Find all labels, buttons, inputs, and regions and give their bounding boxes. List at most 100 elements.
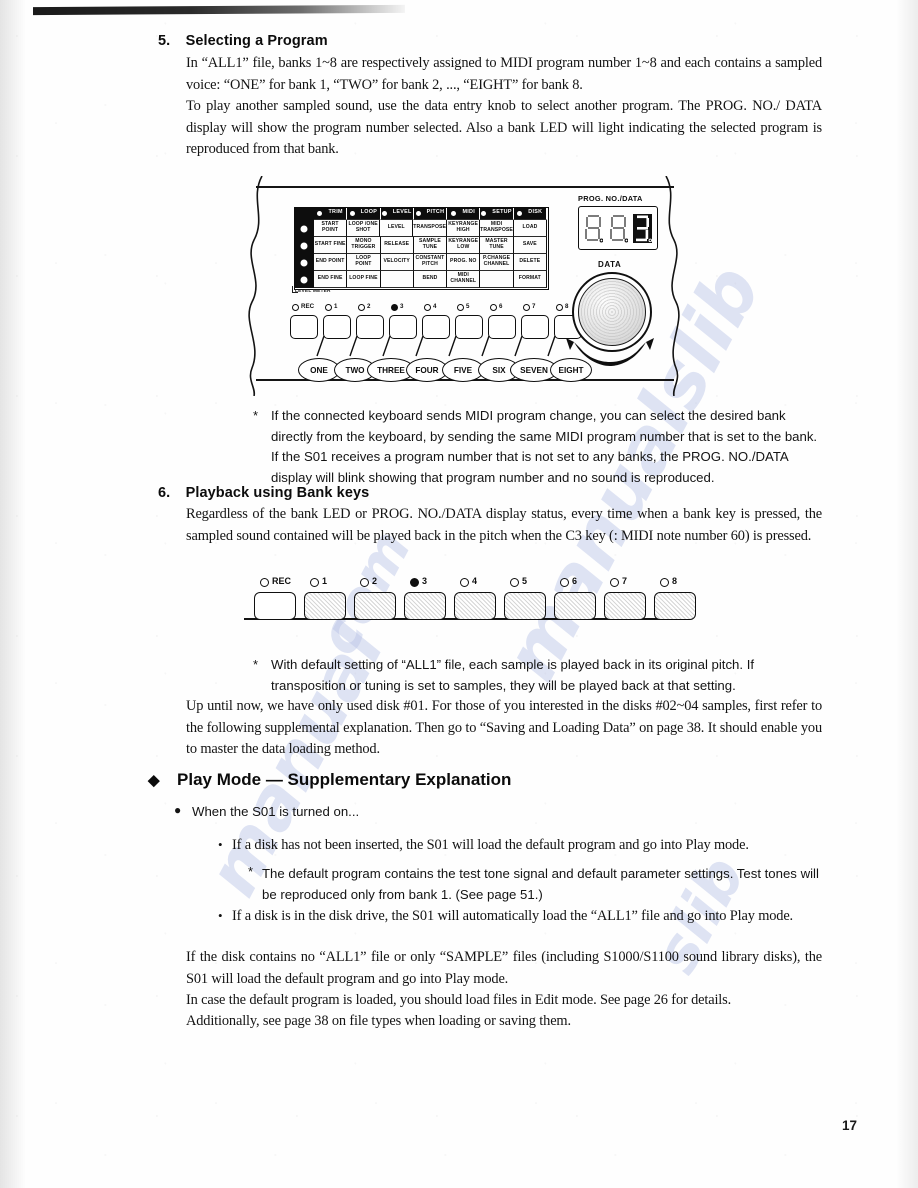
matrix-header-loop[interactable]: LOOP: [347, 207, 381, 220]
matrix-header-trim[interactable]: TRIM: [314, 207, 348, 220]
bank-key-3-button[interactable]: [404, 592, 446, 620]
matrix-cell[interactable]: RELEASE: [380, 237, 414, 254]
section-5-title: Selecting a Program: [185, 33, 328, 49]
matrix-cell[interactable]: DELETE: [513, 254, 547, 271]
play-mode-closing-3: Additionally, see page 38 on file types …: [186, 1013, 571, 1029]
matrix-cell[interactable]: MIDI CHANNEL: [447, 271, 481, 288]
bank-led-8-icon: [556, 304, 564, 312]
matrix-cell[interactable]: LOAD: [513, 220, 548, 237]
level-meter-label: LEVEL METER: [295, 289, 331, 294]
bank-led-8-icon: [660, 578, 669, 587]
play-mode-heading: ◆ Play Mode — Supplementary Explanation: [148, 770, 511, 790]
data-knob-texture: [580, 280, 644, 344]
scan-artifact-bar: [33, 4, 405, 16]
matrix-cell[interactable]: SAVE: [513, 237, 547, 254]
bank-key-4-button[interactable]: [454, 592, 496, 620]
bank-led-5-icon: [510, 578, 519, 587]
bank-led-6-icon: [490, 304, 498, 312]
matrix-cell[interactable]: VELOCITY: [380, 254, 414, 271]
matrix-header-setup-label: SETUP: [492, 209, 512, 216]
prog-no-data-label: PROG. NO./DATA: [578, 194, 643, 203]
matrix-header-pitch[interactable]: PITCH: [413, 207, 448, 220]
matrix-cell[interactable]: LOOP POINT: [347, 254, 381, 271]
bank-key-3-label: 3: [400, 303, 404, 310]
matrix-header-disk[interactable]: DISK: [513, 207, 547, 220]
section-5-note-text: If the connected keyboard sends MIDI pro…: [271, 408, 818, 485]
bank-led-4-icon: [424, 304, 432, 312]
matrix-cell[interactable]: BEND: [413, 271, 448, 288]
section-5-heading: 5. Selecting a Program: [158, 33, 328, 49]
bank-key-7-label: 7: [622, 576, 628, 586]
matrix-cell[interactable]: PROG. NO: [447, 254, 481, 271]
filled-circle-bullet-icon: ●: [174, 803, 182, 817]
matrix-cell[interactable]: END POINT: [314, 254, 348, 271]
matrix-header-setup[interactable]: SETUP: [480, 207, 514, 220]
page-left-shadow: [0, 0, 26, 1188]
bank-key-6-label: 6: [572, 576, 578, 586]
matrix-cell[interactable]: CONSTANT PITCH: [413, 254, 448, 271]
bank-key-7-button[interactable]: [604, 592, 646, 620]
device-front-panel-diagram: TRIM LOOP LEVEL PITCH MIDI SETUP DISK ST…: [238, 176, 690, 396]
bank-key-5-button[interactable]: [504, 592, 546, 620]
matrix-cell[interactable]: MASTER TUNE: [480, 237, 514, 254]
section-6-number: 6.: [158, 485, 171, 501]
bank-led-2-icon: [360, 578, 369, 587]
bank-key-1-label: 1: [322, 576, 328, 586]
rec-key-button[interactable]: [254, 592, 296, 620]
matrix-header-led-cell: [294, 207, 314, 220]
matrix-cell[interactable]: KEYRANGE LOW: [447, 237, 481, 254]
section-5-number: 5.: [158, 33, 171, 49]
page-right-shadow: [896, 0, 918, 1188]
matrix-cell[interactable]: TRANSPOSE: [413, 220, 448, 237]
bank-led-7-icon: [523, 304, 531, 312]
seven-segment-digit-1: [584, 214, 604, 243]
matrix-cell[interactable]: START FINE: [314, 237, 348, 254]
bank-key-8-button[interactable]: [654, 592, 696, 620]
matrix-row: START FINE MONO TRIGGER RELEASE SAMPLE T…: [294, 237, 547, 254]
bank-key-2-button[interactable]: [354, 592, 396, 620]
matrix-cell[interactable]: FORMAT: [513, 271, 547, 288]
matrix-header-level[interactable]: LEVEL: [380, 207, 414, 220]
bank-key-7-label: 7: [532, 303, 536, 310]
seven-segment-digit-3-active: [632, 213, 652, 243]
matrix-cell[interactable]: P.CHANGE CHANNEL: [480, 254, 514, 271]
matrix-cell[interactable]: MIDI TRANSPOSE: [480, 220, 514, 237]
section-6-heading: 6. Playback using Bank keys: [158, 485, 369, 501]
bank-led-1-icon: [325, 304, 333, 312]
bank-key-row-diagram: REC 1 2 3 4 5 6 7 8: [244, 572, 696, 634]
bank-key-2-label: 2: [367, 303, 371, 310]
bank-key-6-button[interactable]: [554, 592, 596, 620]
matrix-cell[interactable]: LEVEL: [380, 220, 414, 237]
matrix-cell-empty: [380, 271, 414, 288]
matrix-cell[interactable]: KEYRANGE HIGH: [447, 220, 481, 237]
section-5-paragraph-1: In “ALL1” file, banks 1~8 are respective…: [186, 55, 822, 93]
matrix-row: END FINE LOOP FINE BEND MIDI CHANNEL FOR…: [294, 271, 547, 288]
matrix-header-pitch-label: PITCH: [426, 209, 445, 216]
bank-callouts: ONE TWO THREE FOUR FIVE SIX SEVEN EIGHT: [282, 354, 592, 388]
section-6-title: Playback using Bank keys: [185, 485, 370, 501]
matrix-cell[interactable]: END FINE: [314, 271, 348, 288]
matrix-header-midi[interactable]: MIDI: [447, 207, 481, 220]
matrix-cell[interactable]: SAMPLE TUNE: [413, 237, 448, 254]
bank-led-4-icon: [460, 578, 469, 587]
bank-key-3-label: 3: [422, 576, 428, 586]
matrix-row: END POINT LOOP POINT VELOCITY CONSTANT P…: [294, 254, 547, 271]
list-item-marker: •: [218, 908, 223, 923]
matrix-cell[interactable]: LOOP /ONE SHOT: [347, 220, 381, 237]
section-6-note-marker: *: [253, 657, 259, 672]
rec-key-label: REC: [301, 303, 315, 310]
matrix-row-led: [294, 237, 314, 254]
parameter-matrix: TRIM LOOP LEVEL PITCH MIDI SETUP DISK ST…: [294, 207, 548, 288]
diamond-bullet-icon: ◆: [148, 772, 160, 789]
list-item-marker: •: [218, 837, 223, 852]
matrix-cell[interactable]: START POINT: [314, 220, 348, 237]
section-6-paragraph-2: Up until now, we have only used disk #01…: [186, 698, 822, 757]
bank-key-1-button[interactable]: [304, 592, 346, 620]
play-mode-item-1: If a disk has not been inserted, the S01…: [232, 837, 749, 853]
matrix-cell[interactable]: LOOP FINE: [347, 271, 381, 288]
matrix-cell[interactable]: MONO TRIGGER: [347, 237, 381, 254]
bank-key-4-label: 4: [472, 576, 478, 586]
matrix-cell-empty: [480, 271, 514, 288]
matrix-header-disk-label: DISK: [528, 209, 543, 216]
section-6-note-text: With default setting of “ALL1” file, eac…: [271, 657, 755, 693]
